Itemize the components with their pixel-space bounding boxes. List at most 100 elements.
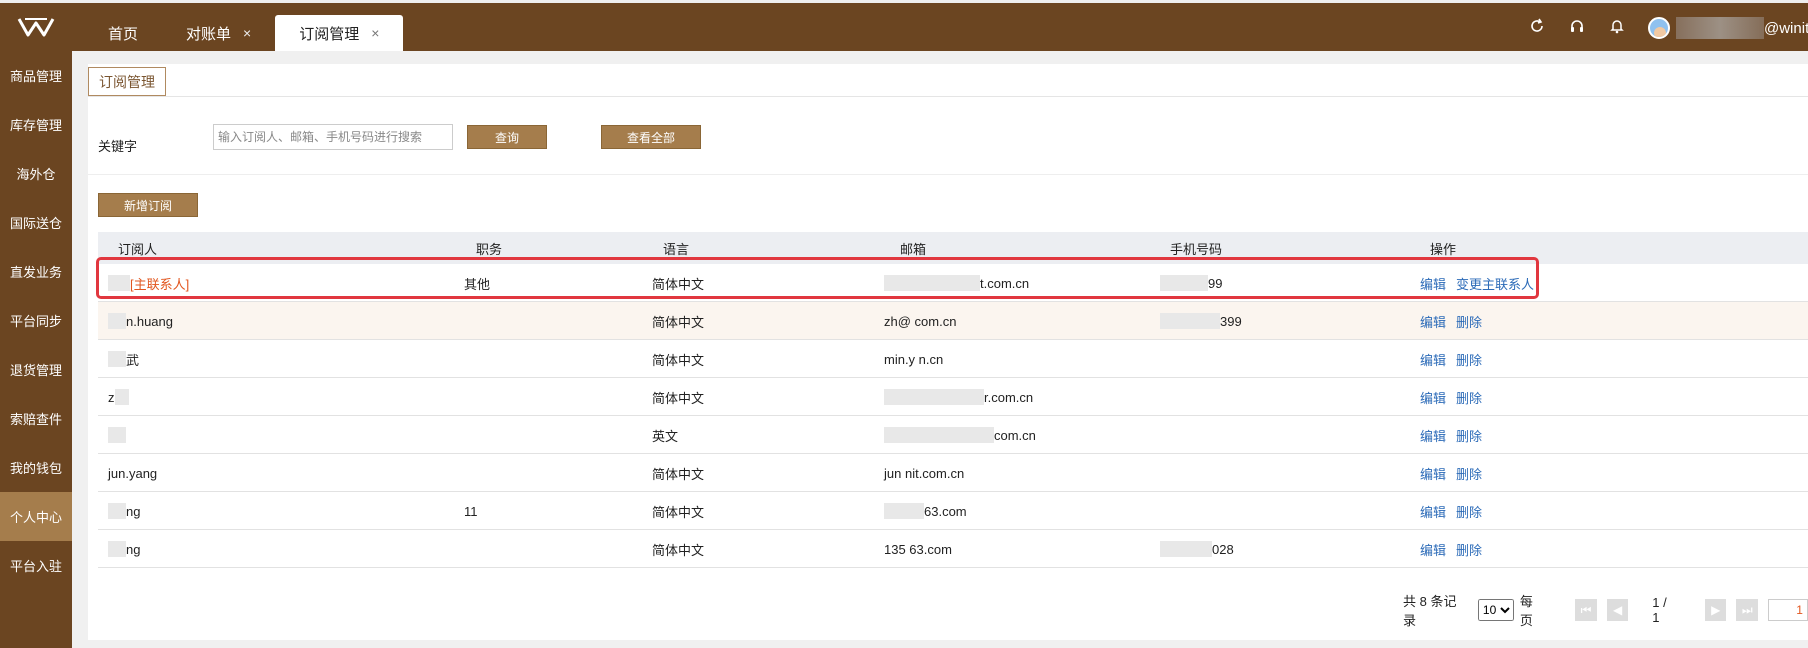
subscriber-name: 武	[126, 352, 140, 368]
delete-link[interactable]: 删除	[1456, 464, 1482, 483]
redacted-block	[1160, 313, 1220, 329]
prev-page-icon[interactable]: ◀	[1606, 599, 1629, 621]
edit-link[interactable]: 编辑	[1420, 426, 1446, 445]
actions-cell: 编辑 删除	[1420, 416, 1492, 454]
sidebar-item-overseas-warehouse[interactable]: 海外仓	[0, 149, 72, 198]
sidebar-item-products[interactable]: 商品管理	[0, 51, 72, 100]
page-title-tab[interactable]: 订阅管理	[88, 67, 166, 97]
sidebar-item-wallet[interactable]: 我的钱包	[0, 443, 72, 492]
language-cell: 简体中文	[652, 504, 705, 520]
delete-link[interactable]: 删除	[1456, 350, 1482, 369]
redacted-block	[884, 427, 994, 443]
tab-statement[interactable]: 对账单 ×	[162, 15, 275, 51]
column-header: 手机号码	[1170, 241, 1223, 257]
divider	[88, 96, 1808, 97]
sidebar-item-returns[interactable]: 退货管理	[0, 345, 72, 394]
language-cell: 英文	[652, 428, 679, 444]
highlight-annotation-box	[96, 257, 1539, 299]
subscriber-cell: z	[108, 378, 129, 416]
sidebar-item-personal-center[interactable]: 个人中心	[0, 492, 72, 541]
redacted-block	[884, 389, 984, 405]
actions-cell: 编辑 删除	[1420, 340, 1492, 378]
tab-subscription-management[interactable]: 订阅管理 ×	[275, 15, 404, 51]
headset-icon[interactable]	[1568, 17, 1586, 35]
delete-link[interactable]: 删除	[1456, 502, 1482, 521]
delete-link[interactable]: 删除	[1456, 312, 1482, 331]
edit-link[interactable]: 编辑	[1420, 388, 1446, 407]
subscriber-cell	[108, 416, 126, 454]
page-size-select[interactable]: 10	[1477, 599, 1514, 621]
subscriber-name: n.huang	[126, 313, 173, 329]
redacted-block	[108, 313, 126, 329]
email-text: com.cn	[994, 427, 1036, 443]
table-row: 英文 com.cn 编辑 删除	[98, 416, 1808, 454]
winit-logo-icon[interactable]	[0, 3, 72, 51]
column-header: 邮箱	[900, 241, 927, 257]
bell-icon[interactable]	[1608, 17, 1626, 35]
delete-link[interactable]: 删除	[1456, 388, 1482, 407]
avatar	[1648, 17, 1670, 39]
table-row: z 简体中文 r.com.cn 编辑 删除	[98, 378, 1808, 416]
close-icon[interactable]: ×	[243, 25, 251, 41]
table-row: 武 简体中文 min.y n.cn 编辑 删除	[98, 340, 1808, 378]
subscriber-cell: ng	[108, 492, 140, 530]
page-info: 1 / 1	[1652, 595, 1667, 625]
query-button[interactable]: 查询	[467, 125, 547, 149]
last-page-icon[interactable]: ⏭	[1736, 599, 1758, 621]
subscriber-cell: jun.yang	[108, 454, 157, 492]
redacted-block	[108, 427, 126, 443]
delete-link[interactable]: 删除	[1456, 540, 1482, 559]
actions-cell: 编辑 删除	[1420, 530, 1492, 568]
page-number-input[interactable]	[1767, 599, 1808, 621]
language-cell: 简体中文	[652, 314, 705, 330]
subscriber-cell: ng	[108, 530, 140, 568]
sidebar-item-platform-onboarding[interactable]: 平台入驻	[0, 541, 72, 590]
language-cell: 简体中文	[652, 352, 705, 368]
pagination: 共 8 条记录 10 每页 ⏮ ◀ 1 / 1 ▶ ⏭	[1403, 591, 1808, 629]
refresh-icon[interactable]	[1528, 17, 1546, 35]
redacted-block	[884, 503, 924, 519]
subscriber-cell: 武	[108, 340, 139, 378]
user-menu[interactable]: @winit.c	[1648, 17, 1808, 39]
email-cell: jun nit.com.cn	[884, 465, 965, 481]
edit-link[interactable]: 编辑	[1420, 312, 1446, 331]
subscriber-name: ng	[126, 503, 141, 519]
search-bar: 关键字 查询 查看全部	[88, 124, 1808, 172]
view-all-button[interactable]: 查看全部	[601, 125, 701, 149]
edit-link[interactable]: 编辑	[1420, 502, 1446, 521]
email-cell: r.com.cn	[884, 378, 1033, 416]
email-cell: zh@ com.cn	[884, 313, 957, 329]
sidebar-item-international-delivery[interactable]: 国际送仓	[0, 198, 72, 247]
redacted-block	[108, 503, 126, 519]
delete-link[interactable]: 删除	[1456, 426, 1482, 445]
next-page-icon[interactable]: ▶	[1705, 599, 1727, 621]
sidebar-item-direct-shipping[interactable]: 直发业务	[0, 247, 72, 296]
tab-label: 首页	[108, 25, 139, 43]
search-input[interactable]	[213, 124, 453, 150]
redacted-block	[1160, 541, 1212, 557]
redacted-block	[108, 541, 126, 557]
table-row: ng 11 简体中文 63.com 编辑 删除	[98, 492, 1808, 530]
tab-home[interactable]: 首页	[84, 15, 162, 51]
email-cell: com.cn	[884, 416, 1036, 454]
actions-cell: 编辑 删除	[1420, 492, 1492, 530]
add-subscription-button[interactable]: 新增订阅	[98, 193, 198, 217]
first-page-icon[interactable]: ⏮	[1575, 599, 1597, 621]
table-row: ng 简体中文 135 63.com 028 编辑 删除	[98, 530, 1808, 568]
phone-cell: 028	[1160, 530, 1234, 568]
total-records: 共 8 条记录	[1403, 594, 1457, 628]
phone-text: 399	[1220, 313, 1242, 329]
email-cell: min.y n.cn	[884, 351, 944, 367]
phone-text: 028	[1212, 541, 1234, 557]
column-header: 职务	[476, 241, 503, 257]
sidebar-item-inventory[interactable]: 库存管理	[0, 100, 72, 149]
sidebar-item-platform-sync[interactable]: 平台同步	[0, 296, 72, 345]
edit-link[interactable]: 编辑	[1420, 540, 1446, 559]
close-icon[interactable]: ×	[371, 25, 379, 41]
email-text: 63.com	[924, 503, 967, 519]
table-row: n.huang 简体中文 zh@ com.cn 399 编辑 删除	[98, 302, 1808, 340]
sidebar-item-claims[interactable]: 索赔查件	[0, 394, 72, 443]
language-cell: 简体中文	[652, 466, 705, 482]
edit-link[interactable]: 编辑	[1420, 350, 1446, 369]
edit-link[interactable]: 编辑	[1420, 464, 1446, 483]
